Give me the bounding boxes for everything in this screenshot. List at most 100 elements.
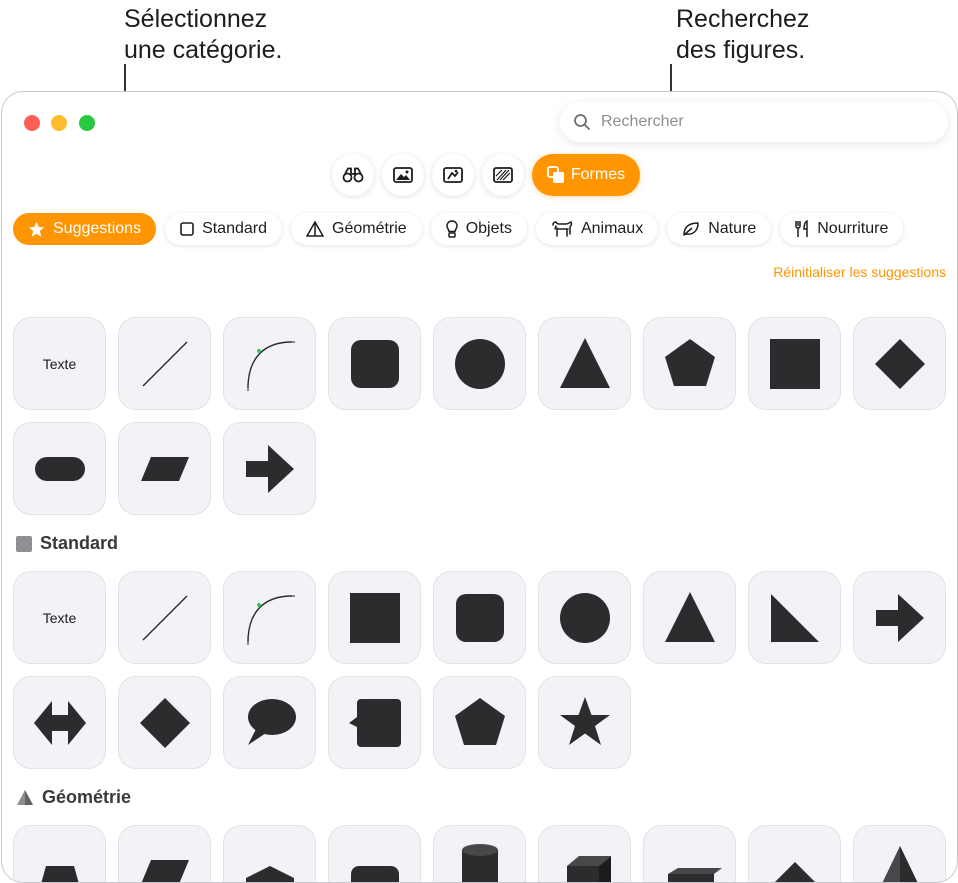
- geometry-hexagon-tile[interactable]: [223, 825, 316, 883]
- standard-curve-tile[interactable]: [223, 571, 316, 664]
- rounded-square-shape-icon: [339, 328, 411, 400]
- standard-rounded-square-tile[interactable]: [433, 571, 526, 664]
- category-objects[interactable]: Objets: [431, 213, 527, 245]
- suggestion-square-tile[interactable]: [748, 317, 841, 410]
- suggestion-arrow-right-tile[interactable]: [223, 422, 316, 515]
- text-tile-label: Texte: [43, 610, 76, 626]
- line-shape-icon: [129, 328, 201, 400]
- standard-speech-bubble-tile[interactable]: [223, 676, 316, 769]
- suggestion-line-tile[interactable]: [118, 317, 211, 410]
- standard-double-arrow-tile[interactable]: [13, 676, 106, 769]
- geometry-pyramid-tile[interactable]: [748, 825, 841, 883]
- category-animals[interactable]: Animaux: [536, 213, 658, 245]
- speech-bubble-shape-icon: [234, 687, 306, 759]
- geometry-pyramid-2-tile[interactable]: [853, 825, 946, 883]
- square-shape-icon: [759, 328, 831, 400]
- tab-shapes[interactable]: Formes: [532, 154, 640, 196]
- right-triangle-shape-icon: [759, 582, 831, 654]
- tab-photos[interactable]: [382, 154, 424, 196]
- callout-search: Recherchez des figures.: [676, 4, 809, 66]
- star-shape-icon: [549, 687, 621, 759]
- search-input[interactable]: [599, 112, 923, 132]
- animal-icon: [551, 220, 573, 238]
- search-field[interactable]: [560, 102, 948, 142]
- triangle-shape-icon: [654, 582, 726, 654]
- tab-media[interactable]: [432, 154, 474, 196]
- category-suggestions[interactable]: Suggestions: [13, 213, 156, 245]
- suggestion-pill-tile[interactable]: [13, 422, 106, 515]
- square-icon: [16, 536, 32, 552]
- trapezoid-shape-icon: [24, 836, 96, 883]
- text-tile-label: Texte: [43, 356, 76, 372]
- category-standard[interactable]: Standard: [165, 213, 282, 245]
- standard-callout-box-tile[interactable]: [328, 676, 421, 769]
- standard-arrow-right-tile[interactable]: [853, 571, 946, 664]
- pill-shape-icon: [24, 433, 96, 505]
- arrow-right-shape-icon: [234, 433, 306, 505]
- standard-star-tile[interactable]: [538, 676, 631, 769]
- category-label: Standard: [202, 220, 267, 238]
- circle-shape-icon: [549, 582, 621, 654]
- suggestion-text-tile[interactable]: Texte: [13, 317, 106, 410]
- zoom-button[interactable]: [79, 115, 95, 131]
- geometry-cube-tile[interactable]: [538, 825, 631, 883]
- suggestion-parallelogram-tile[interactable]: [118, 422, 211, 515]
- suggestion-diamond-tile[interactable]: [853, 317, 946, 410]
- geometry-rounded-rect-tile[interactable]: [328, 825, 421, 883]
- standard-diamond-tile[interactable]: [118, 676, 211, 769]
- category-label: Nourriture: [817, 220, 888, 238]
- standard-circle-tile[interactable]: [538, 571, 631, 664]
- geometry-grid: [13, 825, 946, 883]
- media-icon: [443, 167, 463, 183]
- curve-shape-icon: [234, 328, 306, 400]
- section-geometry-title: Géométrie: [16, 787, 131, 808]
- geometry-cylinder-tile[interactable]: [433, 825, 526, 883]
- standard-text-tile[interactable]: Texte: [13, 571, 106, 664]
- category-nature[interactable]: Nature: [667, 213, 771, 245]
- category-food[interactable]: Nourriture: [780, 213, 903, 245]
- section-standard-title: Standard: [16, 533, 118, 554]
- geometry-trapezoid-tile[interactable]: [13, 825, 106, 883]
- double-arrow-shape-icon: [24, 687, 96, 759]
- lightbulb-icon: [446, 220, 458, 238]
- category-geometry[interactable]: Géométrie: [291, 213, 422, 245]
- standard-square-tile[interactable]: [328, 571, 421, 664]
- category-label: Animaux: [581, 220, 643, 238]
- suggestion-triangle-tile[interactable]: [538, 317, 631, 410]
- suggestion-rounded-square-tile[interactable]: [328, 317, 421, 410]
- geometry-parallelogram-tile[interactable]: [118, 825, 211, 883]
- pyramid-shape-icon: [759, 836, 831, 883]
- standard-line-tile[interactable]: [118, 571, 211, 664]
- fork-knife-icon: [795, 220, 809, 238]
- photo-icon: [393, 167, 413, 183]
- pentagon-shape-icon: [444, 687, 516, 759]
- pyramid-2-shape-icon: [864, 836, 936, 883]
- media-tab-bar: Formes: [332, 154, 640, 196]
- category-label: Suggestions: [53, 220, 141, 238]
- standard-right-triangle-tile[interactable]: [748, 571, 841, 664]
- circle-shape-icon: [444, 328, 516, 400]
- reset-suggestions-link[interactable]: Réinitialiser les suggestions: [773, 264, 946, 280]
- star-icon: [28, 221, 45, 238]
- suggestion-circle-tile[interactable]: [433, 317, 526, 410]
- arrow-right-shape-icon: [864, 582, 936, 654]
- standard-triangle-tile[interactable]: [643, 571, 736, 664]
- tab-texture[interactable]: [482, 154, 524, 196]
- pyramid-icon: [306, 221, 324, 238]
- hexagon-shape-icon: [234, 836, 306, 883]
- rounded-rect-shape-icon: [339, 836, 411, 883]
- suggestion-pentagon-tile[interactable]: [643, 317, 736, 410]
- category-label: Objets: [466, 220, 512, 238]
- square-shape-icon: [339, 582, 411, 654]
- tab-search[interactable]: [332, 154, 374, 196]
- geometry-box-tile[interactable]: [643, 825, 736, 883]
- tab-shapes-label: Formes: [571, 166, 625, 184]
- minimize-button[interactable]: [51, 115, 67, 131]
- close-button[interactable]: [24, 115, 40, 131]
- shapes-browser-window: Formes Suggestions Standard Géométrie: [1, 91, 958, 883]
- suggestion-curve-tile[interactable]: [223, 317, 316, 410]
- triangle-shape-icon: [549, 328, 621, 400]
- standard-pentagon-tile[interactable]: [433, 676, 526, 769]
- curve-shape-icon: [234, 582, 306, 654]
- category-bar: Suggestions Standard Géométrie Objets: [13, 213, 903, 245]
